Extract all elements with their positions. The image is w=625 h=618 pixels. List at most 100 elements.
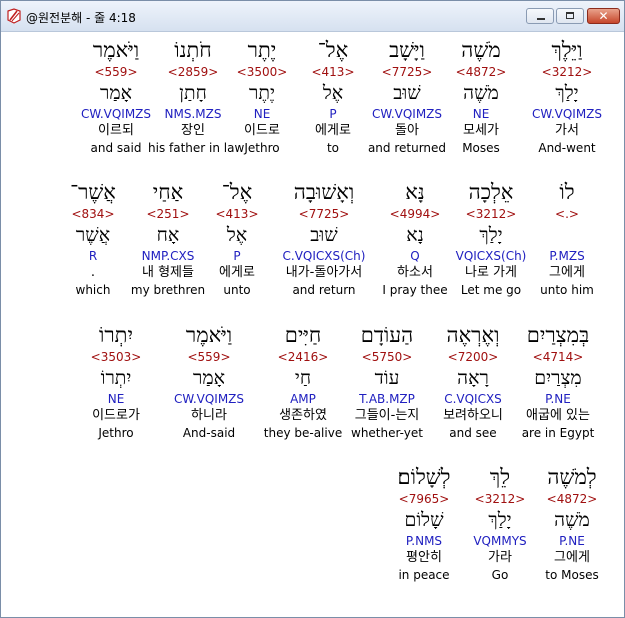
maximize-icon [557, 9, 583, 23]
lemma: רָאָה [457, 367, 489, 389]
morphology-code: NMS.MZS [164, 107, 222, 121]
lemma: אָמַר [100, 82, 132, 104]
english-gloss: in peace [398, 568, 450, 582]
lemma: נָא [406, 224, 424, 246]
hebrew-word: נָּא [405, 180, 425, 204]
hebrew-word: חֹתְנוֹ [174, 38, 212, 62]
morphology-code: CW.VQIMZS [80, 107, 152, 121]
hebrew-word: חַיִּים [284, 323, 322, 347]
korean-gloss: 하니라 [191, 408, 227, 423]
korean-gloss: 그들이-는지 [354, 408, 420, 423]
strong-number: <2416> [277, 350, 329, 364]
english-gloss: whether-yet [351, 426, 423, 440]
morphology-code: Q [410, 249, 420, 263]
korean-gloss: 평안히 [406, 550, 442, 565]
word-column[interactable]: וַיֵּלֶךְ <3212> יָלַךְ CW.VQIMZS 가서 And-went [522, 36, 612, 156]
english-gloss: his father in law [148, 141, 245, 155]
word-column[interactable]: חַיִּים <2416> חַי AMP 생존하였 they be-alive [258, 321, 348, 441]
minimize-icon [527, 9, 553, 23]
strong-number: <7200> [447, 350, 499, 364]
hebrew-word: אֲשֶׁר־ [70, 180, 116, 204]
korean-gloss: 하소서 [397, 265, 433, 280]
english-gloss: And-said [182, 426, 236, 440]
morphology-code: R [88, 249, 98, 263]
word-column[interactable]: בְּמִצְרַיִם <4714> מִצְרַיִם P.NE 애굽에 있는 are… [513, 321, 603, 441]
korean-gloss: 이르되 [98, 123, 134, 138]
strong-number: <7965> [398, 492, 450, 506]
word-column[interactable]: וְאֶרְאֶה <7200> רָאָה C.VQICXS 보려하오니 and see [428, 321, 518, 441]
strong-number: <3212> [541, 65, 593, 79]
english-gloss: I pray thee [382, 283, 448, 297]
interlinear-panel: וַיֵּלֶךְ <3212> יָלַךְ CW.VQIMZS 가서 And-went… [4, 32, 621, 612]
lemma: חָתַן [179, 82, 207, 104]
strong-number: <4714> [532, 350, 584, 364]
word-column[interactable]: חֹתְנוֹ <2859> חָתַן NMS.MZS 장인 his father in… [148, 36, 245, 156]
word-column[interactable]: נָּא <4994> נָא Q 하소서 I pray thee [370, 178, 460, 298]
morphology-code: P.NMS [405, 534, 443, 548]
app-icon [7, 8, 21, 24]
lemma: שָׁלוֹם [404, 509, 444, 531]
app-window: @원전분해 - 줄 4:18 ✕ וַיֵּלֶךְ <3212> יָלַךְ CW… [0, 0, 625, 618]
word-column[interactable]: אֲשֶׁר־ <834> אֲשֶׁר R. which [48, 178, 138, 298]
hebrew-word: וַיֵּלֶךְ [551, 38, 583, 62]
morphology-code: P.NE [545, 392, 571, 406]
korean-gloss: 애굽에 있는 [526, 408, 590, 423]
english-gloss: And-went [538, 141, 596, 155]
hebrew-word: וְאֶרְאֶה [446, 323, 500, 347]
lemma: עוֹד [374, 367, 400, 389]
hebrew-word: לְשָׁלוֹם׃ [397, 465, 451, 489]
strong-number: <559> [94, 65, 138, 79]
strong-number: <3503> [90, 350, 142, 364]
lemma: יִתְרוֹ [100, 367, 132, 389]
close-button[interactable]: ✕ [587, 8, 620, 24]
window-title: @원전분해 - 줄 4:18 [26, 11, 136, 25]
english-gloss: and said [90, 141, 142, 155]
strong-number: <834> [71, 207, 115, 221]
hebrew-word: בְּמִצְרַיִם [526, 323, 590, 347]
english-gloss: which [75, 283, 111, 297]
word-column[interactable]: וְאָשׁוּבָה <7725> שׁוּב C.VQICXS(Ch) 내가-돌아가… [279, 178, 369, 298]
korean-gloss: 내가-돌아가서 [285, 265, 363, 280]
word-column[interactable]: וַיֹּאמֶר <559> אָמַר CW.VQIMZS 하니라 And-said [164, 321, 254, 441]
hebrew-word: הַעוֹדָם [360, 323, 414, 347]
korean-gloss: 생존하였 [279, 408, 327, 423]
morphology-code: C.VQICXS(Ch) [282, 249, 366, 263]
word-column[interactable]: לְשָׁלוֹם׃ <7965> שָׁלוֹם P.NMS 평안히 in peace [379, 463, 469, 583]
morphology-code: C.VQICXS [444, 392, 502, 406]
english-gloss: and see [449, 426, 497, 440]
close-icon: ✕ [598, 9, 609, 23]
english-gloss: Jethro [98, 426, 134, 440]
korean-gloss: 이드로가 [92, 408, 140, 423]
minimize-button[interactable] [526, 8, 554, 24]
lemma: שׁוּב [310, 224, 338, 246]
maximize-button[interactable] [556, 8, 584, 24]
morphology-code: AMP [290, 392, 316, 406]
strong-number: <559> [187, 350, 231, 364]
lemma: חַי [294, 367, 312, 389]
korean-gloss: 가서 [555, 123, 579, 138]
lemma: מִצְרַיִם [534, 367, 582, 389]
strong-number: <5750> [361, 350, 413, 364]
word-column[interactable]: הַעוֹדָם <5750> עוֹד T.AB.MZP 그들이-는지 whether-… [342, 321, 432, 441]
strong-number: <2859> [167, 65, 219, 79]
korean-gloss: 장인 [181, 123, 205, 138]
lemma: יָלַךְ [555, 82, 579, 104]
word-column[interactable]: וַיֹּאמֶר <559> אָמַר CW.VQIMZS 이르되 and said [71, 36, 161, 156]
morphology-code: CW.VQIMZS [531, 107, 603, 121]
morphology-code: T.AB.MZP [359, 392, 415, 406]
english-gloss: are in Egypt [521, 426, 595, 440]
hebrew-word: יִתְרוֹ [98, 323, 133, 347]
hebrew-word: וַיֹּאמֶר [92, 38, 140, 62]
strong-number: <4994> [389, 207, 441, 221]
word-column[interactable]: יִתְרוֹ <3503> יִתְרוֹ NE 이드로가 Jethro [71, 321, 161, 441]
lemma: אֲשֶׁר [75, 224, 111, 246]
morphology-code: NE [107, 392, 125, 406]
strong-number: <7725> [298, 207, 350, 221]
hebrew-word: וַיֹּאמֶר [185, 323, 233, 347]
title-bar[interactable]: @원전분해 - 줄 4:18 ✕ [1, 1, 624, 32]
korean-gloss: 보려하오니 [443, 408, 503, 423]
hebrew-word: וְאָשׁוּבָה [293, 180, 355, 204]
morphology-code: CW.VQIMZS [173, 392, 245, 406]
english-gloss: and return [292, 283, 356, 297]
english-gloss: they be-alive [263, 426, 343, 440]
